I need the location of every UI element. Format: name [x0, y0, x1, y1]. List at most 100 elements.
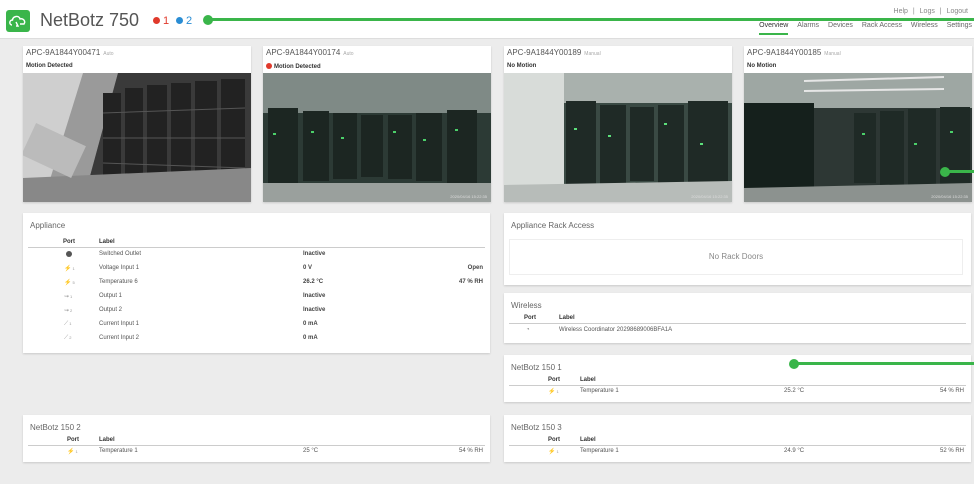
camera-name: APC-9A1844Y00185 Manual — [747, 48, 841, 57]
row-extra: Open — [467, 265, 483, 271]
col-label: Label — [580, 377, 596, 383]
sensor-icon: ⚡1 — [64, 266, 75, 272]
current-icon: ⟋2 — [64, 335, 72, 341]
nav-wireless[interactable]: Wireless — [911, 22, 938, 33]
row-value: 0 V — [303, 265, 313, 271]
camera-mode: Manual — [824, 51, 841, 57]
output-icon: ⇝2 — [64, 308, 73, 314]
camera-card[interactable]: APC-9A1844Y00471 Auto Motion Detected — [23, 46, 251, 202]
alert-icon — [266, 63, 272, 69]
col-port: Port — [63, 239, 75, 245]
col-label: Label — [99, 239, 115, 245]
col-label: Label — [559, 315, 575, 321]
wireless-panel: Wireless Port Label ◔ Wireless Coordinat… — [504, 293, 971, 343]
camera-image[interactable]: 2020/04/16 15:22:35 — [504, 73, 732, 202]
divider — [509, 323, 966, 324]
row-value: 25.2 °C — [784, 388, 805, 394]
row-extra: 47 % RH — [458, 279, 483, 285]
row-label: Output 1 — [99, 293, 123, 299]
row-label: Temperature 1 — [99, 448, 138, 454]
camera-timestamp: 2020/04/16 15:22:35 — [691, 194, 728, 199]
sensor-icon: ⚡5 — [64, 280, 75, 286]
nav-alarms[interactable]: Alarms — [797, 22, 819, 33]
output-icon: ⇝1 — [64, 294, 73, 300]
panel-title: NetBotz 150 3 — [511, 423, 562, 432]
netbotz-150-3-panel: NetBotz 150 3 Port Label ⚡1 Temperature … — [504, 415, 971, 462]
motion-status: Motion Detected — [26, 63, 73, 69]
row-value: 25 °C — [303, 448, 319, 454]
motion-status: No Motion — [747, 63, 777, 69]
info-alarm-count: 2 — [186, 15, 193, 27]
app-title: NetBotz 750 — [40, 10, 140, 30]
sensor-icon: ⚡1 — [548, 449, 559, 455]
panel-title: NetBotz 150 1 — [511, 363, 562, 372]
col-port: Port — [67, 437, 79, 443]
nav-rack-access[interactable]: Rack Access — [862, 22, 902, 33]
divider — [509, 385, 966, 386]
col-port: Port — [524, 315, 536, 321]
camera-timestamp: 2020/04/16 15:22:35 — [931, 194, 968, 199]
nav-settings[interactable]: Settings — [947, 22, 972, 33]
camera-name: APC-9A1844Y00189 Manual — [507, 48, 601, 57]
info-alarm-badge[interactable]: 2 — [176, 15, 192, 27]
col-label: Label — [99, 437, 115, 443]
critical-alarm-badge[interactable]: 1 — [153, 15, 169, 27]
row-label: Temperature 6 — [99, 279, 138, 285]
divider — [509, 445, 966, 446]
annotation-line — [208, 18, 974, 21]
row-label: Wireless Coordinator 20298689006BFA1A — [559, 327, 673, 333]
camera-image[interactable]: 2020/04/16 15:22:35 — [263, 73, 491, 202]
camera-timestamp: 2020/04/16 15:22:35 — [450, 194, 487, 199]
motion-status: Motion Detected — [266, 63, 321, 70]
panel-title: Appliance — [30, 221, 66, 230]
no-rack-doors-message: No Rack Doors — [509, 239, 963, 275]
row-label: Temperature 1 — [580, 448, 619, 454]
netbotz-150-2-panel: NetBotz 150 2 Port Label ⚡1 Temperature … — [23, 415, 490, 462]
camera-card[interactable]: APC-9A1844Y00189 Manual No Motion 2020/04… — [504, 46, 732, 202]
motion-status: No Motion — [507, 63, 537, 69]
link-separator: | — [912, 8, 915, 15]
row-value: Inactive — [303, 251, 326, 257]
row-label: Current Input 2 — [99, 335, 140, 341]
cloud-logo-icon — [9, 15, 26, 27]
camera-image[interactable]: 2020/04/16 15:22:35 — [744, 73, 972, 202]
row-extra: 54 % RH — [939, 388, 964, 394]
camera-image[interactable] — [23, 73, 251, 202]
col-label: Label — [580, 437, 596, 443]
camera-mode: Auto — [343, 51, 354, 57]
rack-access-panel: Appliance Rack Access No Rack Doors — [504, 213, 971, 285]
panel-title: NetBotz 150 2 — [30, 423, 81, 432]
row-value: 0 mA — [303, 321, 318, 327]
critical-alarm-count: 1 — [163, 15, 170, 27]
main-nav: Overview Alarms Devices Rack Access Wire… — [752, 22, 972, 35]
current-icon: ⟋1 — [64, 321, 72, 327]
row-value: 0 mA — [303, 335, 318, 341]
col-port: Port — [548, 377, 560, 383]
logs-link[interactable]: Logs — [920, 8, 935, 15]
outlet-icon — [66, 251, 72, 259]
sensor-icon: ⚡1 — [67, 449, 78, 455]
row-value: 24.9 °C — [784, 448, 805, 454]
camera-mode: Manual — [584, 51, 601, 57]
row-value: Inactive — [303, 307, 326, 313]
row-label: Output 2 — [99, 307, 123, 313]
row-label: Current Input 1 — [99, 321, 140, 327]
netbotz-logo[interactable] — [6, 10, 30, 32]
logout-link[interactable]: Logout — [947, 8, 968, 15]
help-link[interactable]: Help — [894, 8, 908, 15]
annotation-line — [945, 170, 974, 173]
nav-overview[interactable]: Overview — [759, 22, 789, 35]
link-separator: | — [939, 8, 942, 15]
divider — [28, 247, 485, 248]
row-value: 26.2 °C — [303, 279, 324, 285]
camera-card[interactable]: APC-9A1844Y00174 Auto Motion Detected 202… — [263, 46, 491, 202]
nav-devices[interactable]: Devices — [828, 22, 853, 33]
appliance-panel: Appliance Port Label Switched Outlet Ina… — [23, 213, 490, 353]
divider — [28, 445, 485, 446]
info-alarm-icon — [176, 17, 183, 24]
camera-card[interactable]: APC-9A1844Y00185 Manual No Motion 2020/04… — [744, 46, 972, 202]
row-extra: 52 % RH — [939, 448, 964, 454]
wireless-icon: ◔ — [526, 327, 530, 333]
top-links: Help | Logs | Logout — [891, 8, 968, 15]
row-label: Switched Outlet — [99, 251, 142, 257]
